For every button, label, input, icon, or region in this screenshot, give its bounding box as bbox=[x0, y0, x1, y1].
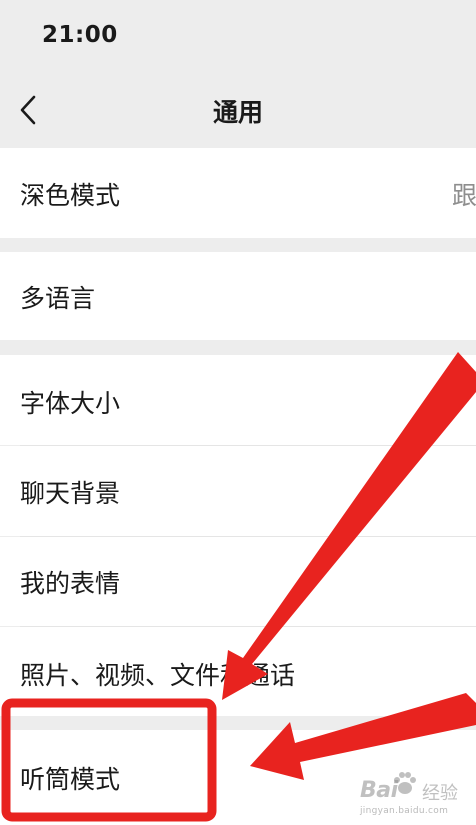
settings-item-media[interactable]: 照片、视频、文件和通话 bbox=[0, 627, 476, 716]
nav-bar: 通用 bbox=[0, 75, 476, 145]
watermark: Bai 经验 jingyan.baidu.com bbox=[360, 768, 470, 818]
settings-item-chat-background[interactable]: 聊天背景 bbox=[0, 446, 476, 536]
settings-item-font-size[interactable]: 字体大小 bbox=[0, 355, 476, 445]
paw-icon bbox=[394, 772, 416, 794]
settings-item-label: 我的表情 bbox=[20, 569, 121, 598]
settings-item-dark-mode[interactable]: 深色模式 跟 bbox=[0, 148, 476, 238]
status-bar: 21:00 bbox=[0, 0, 476, 75]
settings-item-language[interactable]: 多语言 bbox=[0, 252, 476, 340]
settings-item-label: 聊天背景 bbox=[20, 479, 121, 508]
settings-item-label: 听筒模式 bbox=[20, 765, 121, 794]
watermark-url: jingyan.baidu.com bbox=[360, 806, 449, 816]
settings-item-value: 跟 bbox=[452, 181, 476, 210]
settings-item-my-stickers[interactable]: 我的表情 bbox=[0, 537, 476, 626]
settings-item-label: 多语言 bbox=[20, 284, 96, 313]
status-time: 21:00 bbox=[42, 22, 118, 48]
settings-item-label: 深色模式 bbox=[20, 181, 121, 210]
settings-item-label: 照片、视频、文件和通话 bbox=[20, 661, 296, 690]
settings-item-label: 字体大小 bbox=[20, 389, 121, 418]
watermark-suffix: 经验 bbox=[422, 783, 458, 804]
page-title: 通用 bbox=[212, 98, 263, 127]
